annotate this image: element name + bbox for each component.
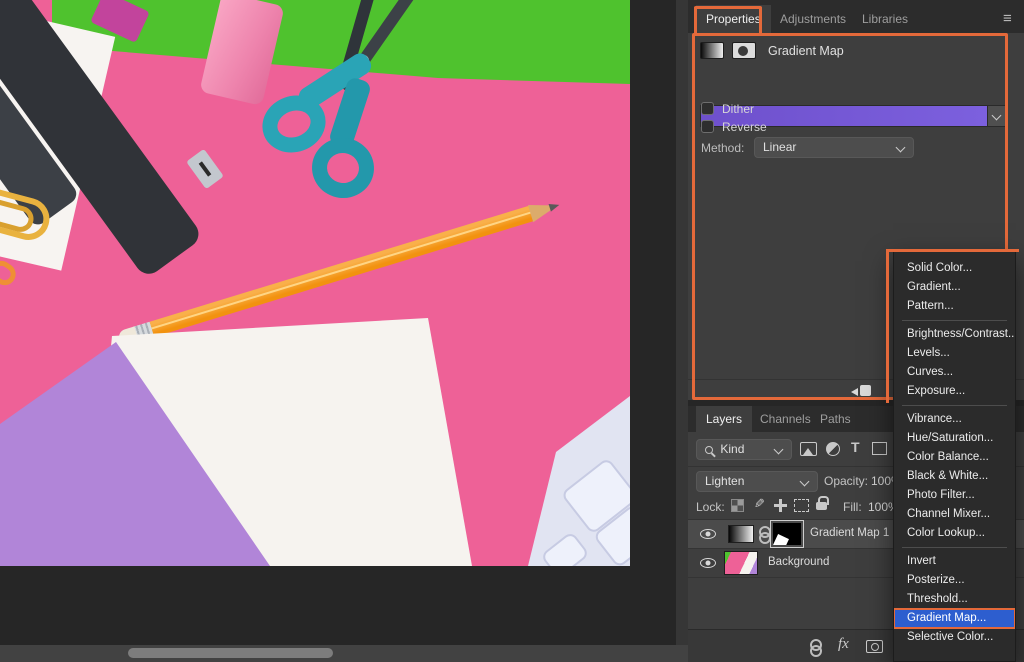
tab-properties[interactable]: Properties (696, 5, 771, 33)
tab-layers[interactable]: Layers (696, 406, 752, 432)
layer-filter-kind-select[interactable]: Kind (696, 439, 792, 460)
properties-tabbar: Properties Adjustments Libraries ≡ (688, 5, 1024, 33)
menu-item-exposure[interactable]: Exposure... (894, 382, 1015, 401)
photo-paperclip-small (0, 257, 20, 290)
filter-shape-layers-icon[interactable] (872, 442, 887, 455)
clip-to-layer-icon[interactable] (851, 384, 871, 397)
search-icon (705, 446, 713, 454)
add-mask-icon[interactable] (866, 640, 883, 653)
lock-pixels-icon[interactable]: ✎ (754, 496, 765, 512)
gradient-map-icon (700, 42, 724, 59)
menu-item-vibrance[interactable]: Vibrance... (894, 410, 1015, 429)
annotation-menu-left-edge (886, 249, 889, 403)
canvas-vertical-scroll-track[interactable] (676, 0, 688, 645)
app-window: Properties Adjustments Libraries ≡ Gradi… (0, 0, 1024, 662)
annotation-menu-top-edge (886, 249, 1019, 252)
visibility-eye-icon[interactable] (700, 558, 716, 568)
canvas-horizontal-scroll-track[interactable] (0, 645, 688, 662)
lock-all-icon[interactable] (816, 502, 827, 510)
filter-type-layers-icon[interactable]: T (851, 439, 860, 455)
menu-item-pattern[interactable]: Pattern... (894, 297, 1015, 316)
photo-scissors-ring (308, 134, 378, 202)
menu-item-black-white[interactable]: Black & White... (894, 467, 1015, 486)
filter-pixel-layers-icon[interactable] (800, 442, 817, 456)
filter-adjustment-layers-icon[interactable] (826, 442, 840, 456)
menu-separator (902, 405, 1007, 406)
menu-item-brightness-contrast[interactable]: Brightness/Contrast... (894, 325, 1015, 344)
tab-libraries[interactable]: Libraries (852, 5, 918, 33)
photo-pencil (148, 205, 535, 337)
gradient-picker-button[interactable] (988, 105, 1008, 127)
menu-separator (902, 320, 1007, 321)
blend-mode-value: Lighten (705, 474, 744, 488)
layer-mask-thumbnail[interactable] (770, 520, 804, 548)
menu-item-gradient[interactable]: Gradient... (894, 278, 1015, 297)
menu-item-color-lookup[interactable]: Color Lookup... (894, 524, 1015, 543)
photo-stapler-plate (186, 149, 224, 189)
menu-item-gradient-map[interactable]: Gradient Map... (894, 609, 1015, 628)
kind-value: Kind (720, 442, 744, 456)
dither-checkbox[interactable] (701, 102, 714, 115)
reverse-label: Reverse (722, 120, 767, 134)
menu-item-curves[interactable]: Curves... (894, 363, 1015, 382)
method-select[interactable]: Linear (754, 137, 914, 158)
lock-transparency-icon[interactable] (731, 499, 744, 512)
method-value: Linear (763, 140, 796, 154)
chevron-down-icon (774, 445, 784, 455)
menu-separator (902, 547, 1007, 548)
lock-position-icon[interactable] (774, 499, 787, 512)
menu-item-color-balance[interactable]: Color Balance... (894, 448, 1015, 467)
blend-mode-select[interactable]: Lighten (696, 471, 818, 492)
tab-adjustments[interactable]: Adjustments (770, 5, 856, 33)
panel-menu-icon[interactable]: ≡ (1003, 10, 1012, 27)
chevron-down-icon (800, 477, 810, 487)
menu-item-threshold[interactable]: Threshold... (894, 590, 1015, 609)
lock-artboard-icon[interactable] (794, 499, 809, 512)
opacity-label: Opacity: (824, 474, 868, 488)
lock-label: Lock: (696, 500, 725, 514)
menu-item-selective-color[interactable]: Selective Color... (894, 628, 1015, 647)
menu-item-photo-filter[interactable]: Photo Filter... (894, 486, 1015, 505)
menu-item-hue-saturation[interactable]: Hue/Saturation... (894, 429, 1015, 448)
layer-name[interactable]: Gradient Map 1 (810, 527, 889, 539)
canvas-image (0, 0, 630, 566)
canvas-horizontal-scroll-thumb[interactable] (128, 648, 333, 658)
mask-link-icon[interactable] (759, 526, 768, 542)
method-label: Method: (701, 141, 744, 155)
link-layers-icon[interactable] (810, 639, 819, 655)
tab-paths[interactable]: Paths (810, 406, 861, 432)
layer-name[interactable]: Background (768, 556, 829, 568)
adjustment-title: Gradient Map (768, 44, 844, 58)
dither-label: Dither (722, 102, 754, 116)
menu-item-solid-color[interactable]: Solid Color... (894, 259, 1015, 278)
background-layer-thumbnail[interactable] (724, 551, 758, 575)
menu-item-channel-mixer[interactable]: Channel Mixer... (894, 505, 1015, 524)
gradient-layer-thumbnail[interactable] (728, 525, 754, 543)
reverse-checkbox[interactable] (701, 120, 714, 133)
chevron-down-icon (896, 143, 906, 153)
visibility-eye-icon[interactable] (700, 529, 716, 539)
chevron-down-icon (992, 111, 1002, 121)
new-adjustment-layer-menu: Solid Color... Gradient... Pattern... Br… (893, 251, 1016, 662)
layer-mask-icon (732, 42, 756, 59)
menu-item-invert[interactable]: Invert (894, 552, 1015, 571)
menu-item-posterize[interactable]: Posterize... (894, 571, 1015, 590)
menu-item-levels[interactable]: Levels... (894, 344, 1015, 363)
fill-label: Fill: (843, 500, 862, 514)
layer-effects-icon[interactable]: fx (838, 636, 849, 653)
